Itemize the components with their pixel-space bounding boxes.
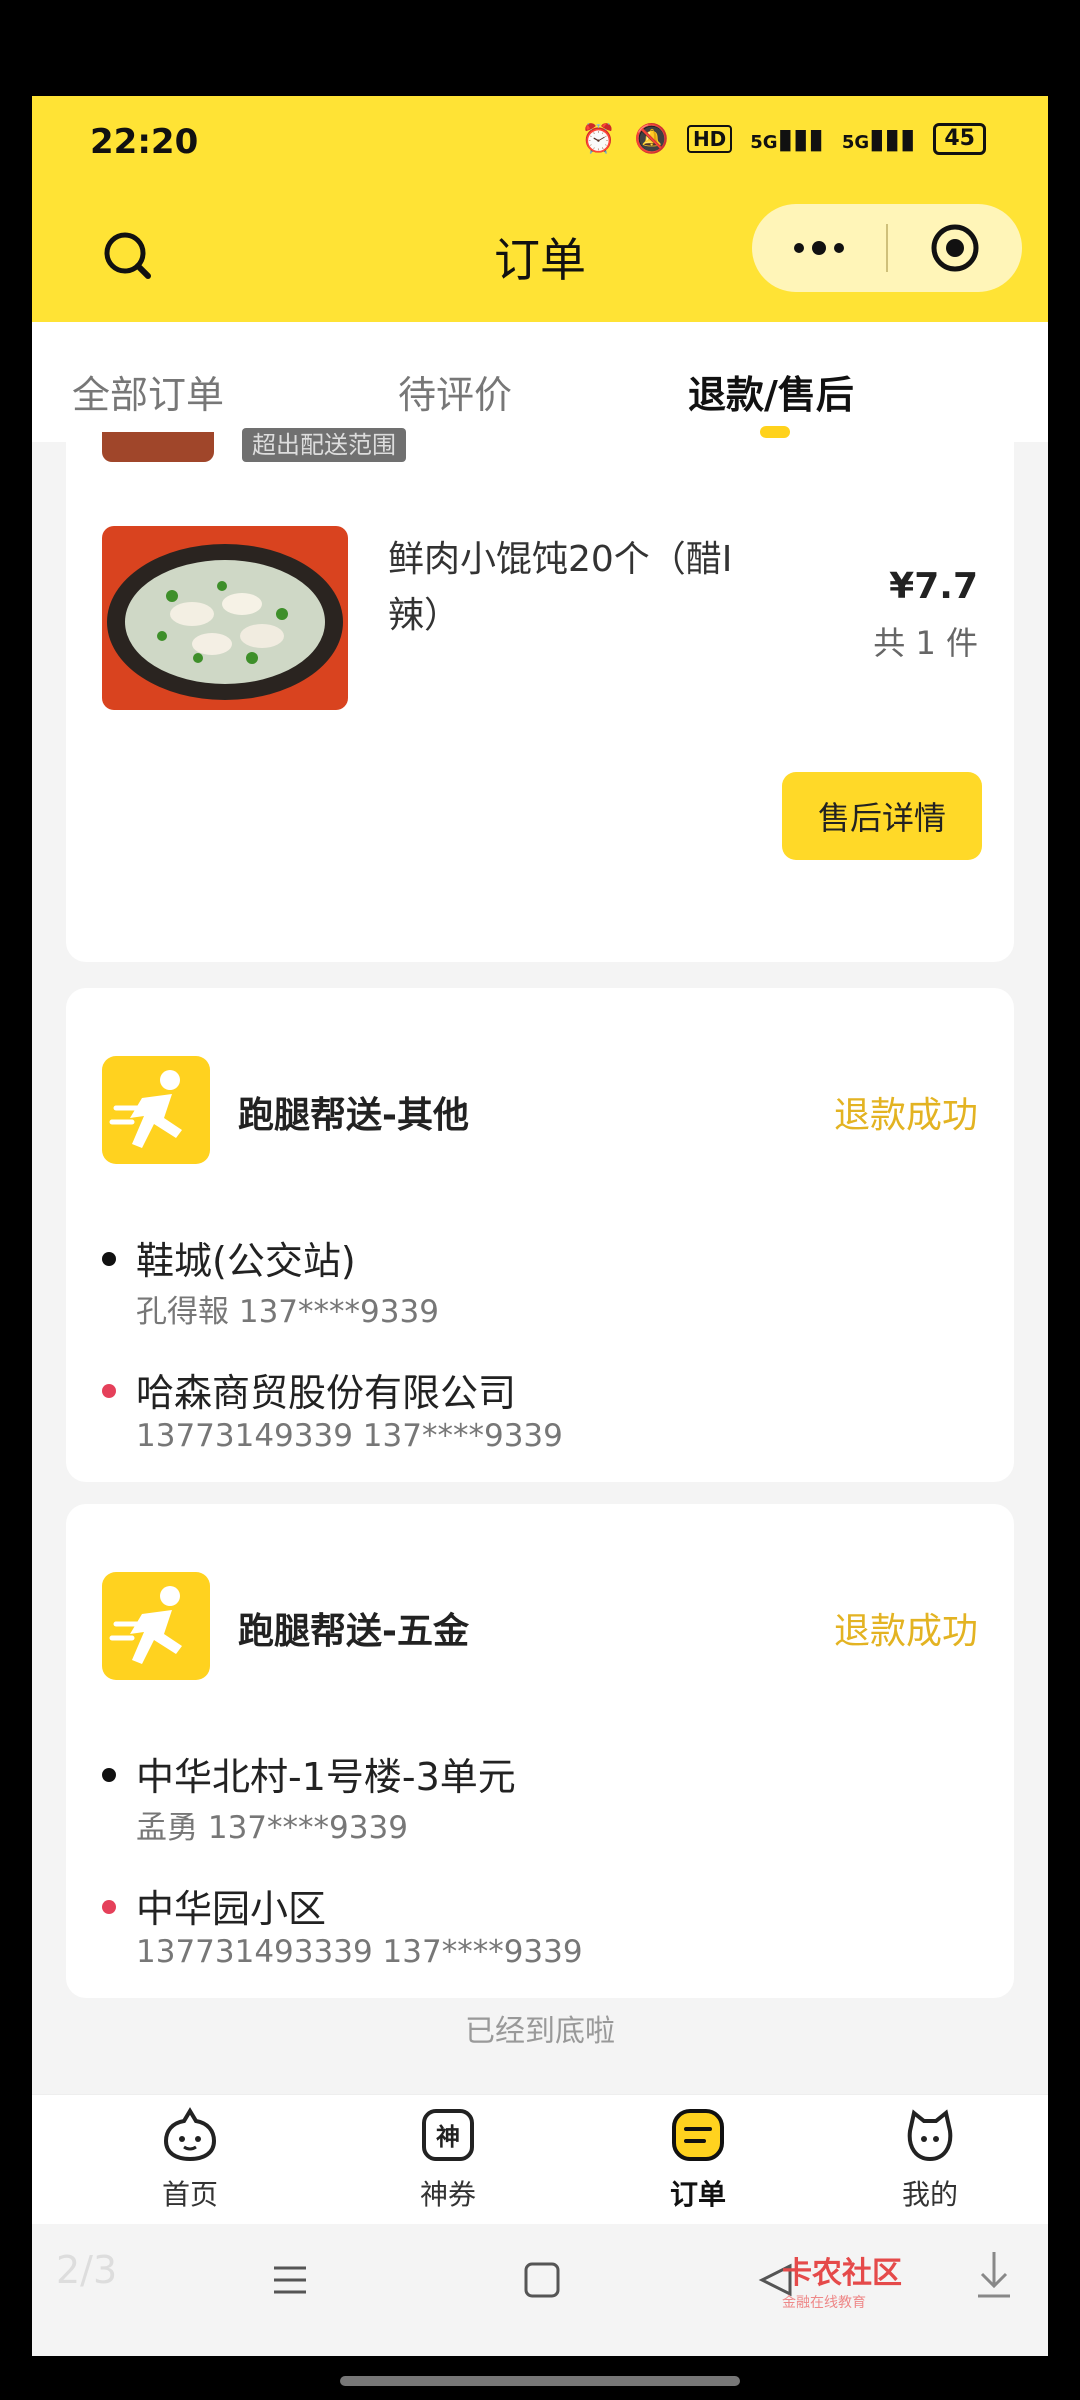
service-title: 跑腿帮送-其他 [238,1095,469,1136]
home-square-icon[interactable] [522,2260,562,2300]
gesture-home-bar[interactable] [340,2376,740,2386]
order-tabs: 全部订单 待评价 退款/售后 [32,322,1048,442]
nav-profile[interactable]: 我的 [860,2105,1000,2213]
coupon-icon: 神 [422,2109,474,2161]
system-nav-bar: 2/3 卡农社区 金融在线教育 [32,2224,1048,2356]
more-dots-icon [794,241,844,255]
watermark-subtitle: 金融在线教育 [782,2295,866,2311]
signal-5g-icon: 5G▮▮▮ [750,122,824,155]
menu-icon[interactable] [270,2260,310,2300]
dropoff-dot [102,1384,116,1398]
miniprogram-capsule [752,204,1022,292]
item-quantity: 共 1 件 [873,624,978,662]
nav-coupon[interactable]: 神 神券 [378,2105,518,2213]
svg-text:神: 神 [436,2123,460,2151]
nav-label: 神券 [419,2178,476,2211]
tab-refund-aftersale[interactable]: 退款/售后 [688,364,854,419]
status-icons: ⏰ 🔕 HD 5G▮▮▮ 5G▮▮▮ 45 [581,122,986,155]
item-price: ¥7.7 [889,566,978,607]
nav-label: 订单 [669,2178,726,2211]
signal-5g-icon-2: 5G▮▮▮ [841,122,916,155]
end-of-list-text: 已经到底啦 [465,2014,615,2049]
store-thumbnail [102,432,214,462]
mute-bell-icon: 🔕 [634,122,669,155]
order-icon [672,2109,724,2161]
pickup-address: 鞋城(公交站) [136,1239,356,1283]
profile-icon [907,2109,953,2162]
dropoff-dot [102,1900,116,1914]
hd-icon: HD [686,124,733,153]
page-indicator: 2/3 [56,2248,118,2292]
dropoff-contact: 137731493339 137****9339 [136,1934,583,1970]
watermark-title: 卡农社区 [782,2256,902,2291]
dropoff-contact: 13773149339 137****9339 [136,1418,563,1454]
tab-to-review[interactable]: 待评价 [398,364,512,419]
pickup-contact: 孔得報 137****9339 [136,1294,439,1330]
out-of-range-tag: 超出配送范围 [242,428,406,462]
pickup-dot [102,1768,116,1782]
battery-icon: 45 [933,122,986,155]
download-icon[interactable] [972,2248,1016,2300]
dropoff-address: 哈森商贸股份有限公司 [136,1371,517,1415]
item-name: 鲜肉小馄饨20个（醋I辣） [388,539,733,636]
nav-label: 我的 [901,2178,958,2211]
refund-status: 退款成功 [833,1611,978,1652]
app-frame: 22:20 ⏰ 🔕 HD 5G▮▮▮ 5G▮▮▮ 45 订单 全部订单 待评价 … [32,96,1048,2356]
watermark: 卡农社区 金融在线教育 [782,2248,902,2312]
status-time: 22:20 [90,122,199,162]
active-tab-indicator [760,426,790,438]
nav-label: 首页 [161,2178,218,2211]
header: 22:20 ⏰ 🔕 HD 5G▮▮▮ 5G▮▮▮ 45 订单 [32,96,1048,322]
wonton-food-image [102,526,348,710]
aftersale-detail-button[interactable]: 售后详情 [782,772,982,860]
refund-status: 退款成功 [833,1095,978,1136]
pickup-contact: 孟勇 137****9339 [136,1810,408,1846]
errand-runner-icon [102,1056,210,1164]
dropoff-address: 中华园小区 [136,1887,327,1931]
pickup-address: 中华北村-1号楼-3单元 [136,1755,516,1799]
alarm-icon: ⏰ [581,122,617,155]
close-miniprogram-button[interactable] [888,204,1022,292]
more-button[interactable] [752,204,886,292]
nav-orders[interactable]: 订单 [628,2105,768,2213]
service-title: 跑腿帮送-五金 [238,1611,469,1652]
nav-home[interactable]: 首页 [120,2105,260,2213]
errand-runner-icon [102,1572,210,1680]
bottom-nav: 首页 神 神券 订单 我的 [32,2094,1048,2225]
tab-all-orders[interactable]: 全部订单 [72,364,224,419]
target-close-icon [931,224,979,272]
pickup-dot [102,1252,116,1266]
home-face-icon [163,2107,217,2162]
